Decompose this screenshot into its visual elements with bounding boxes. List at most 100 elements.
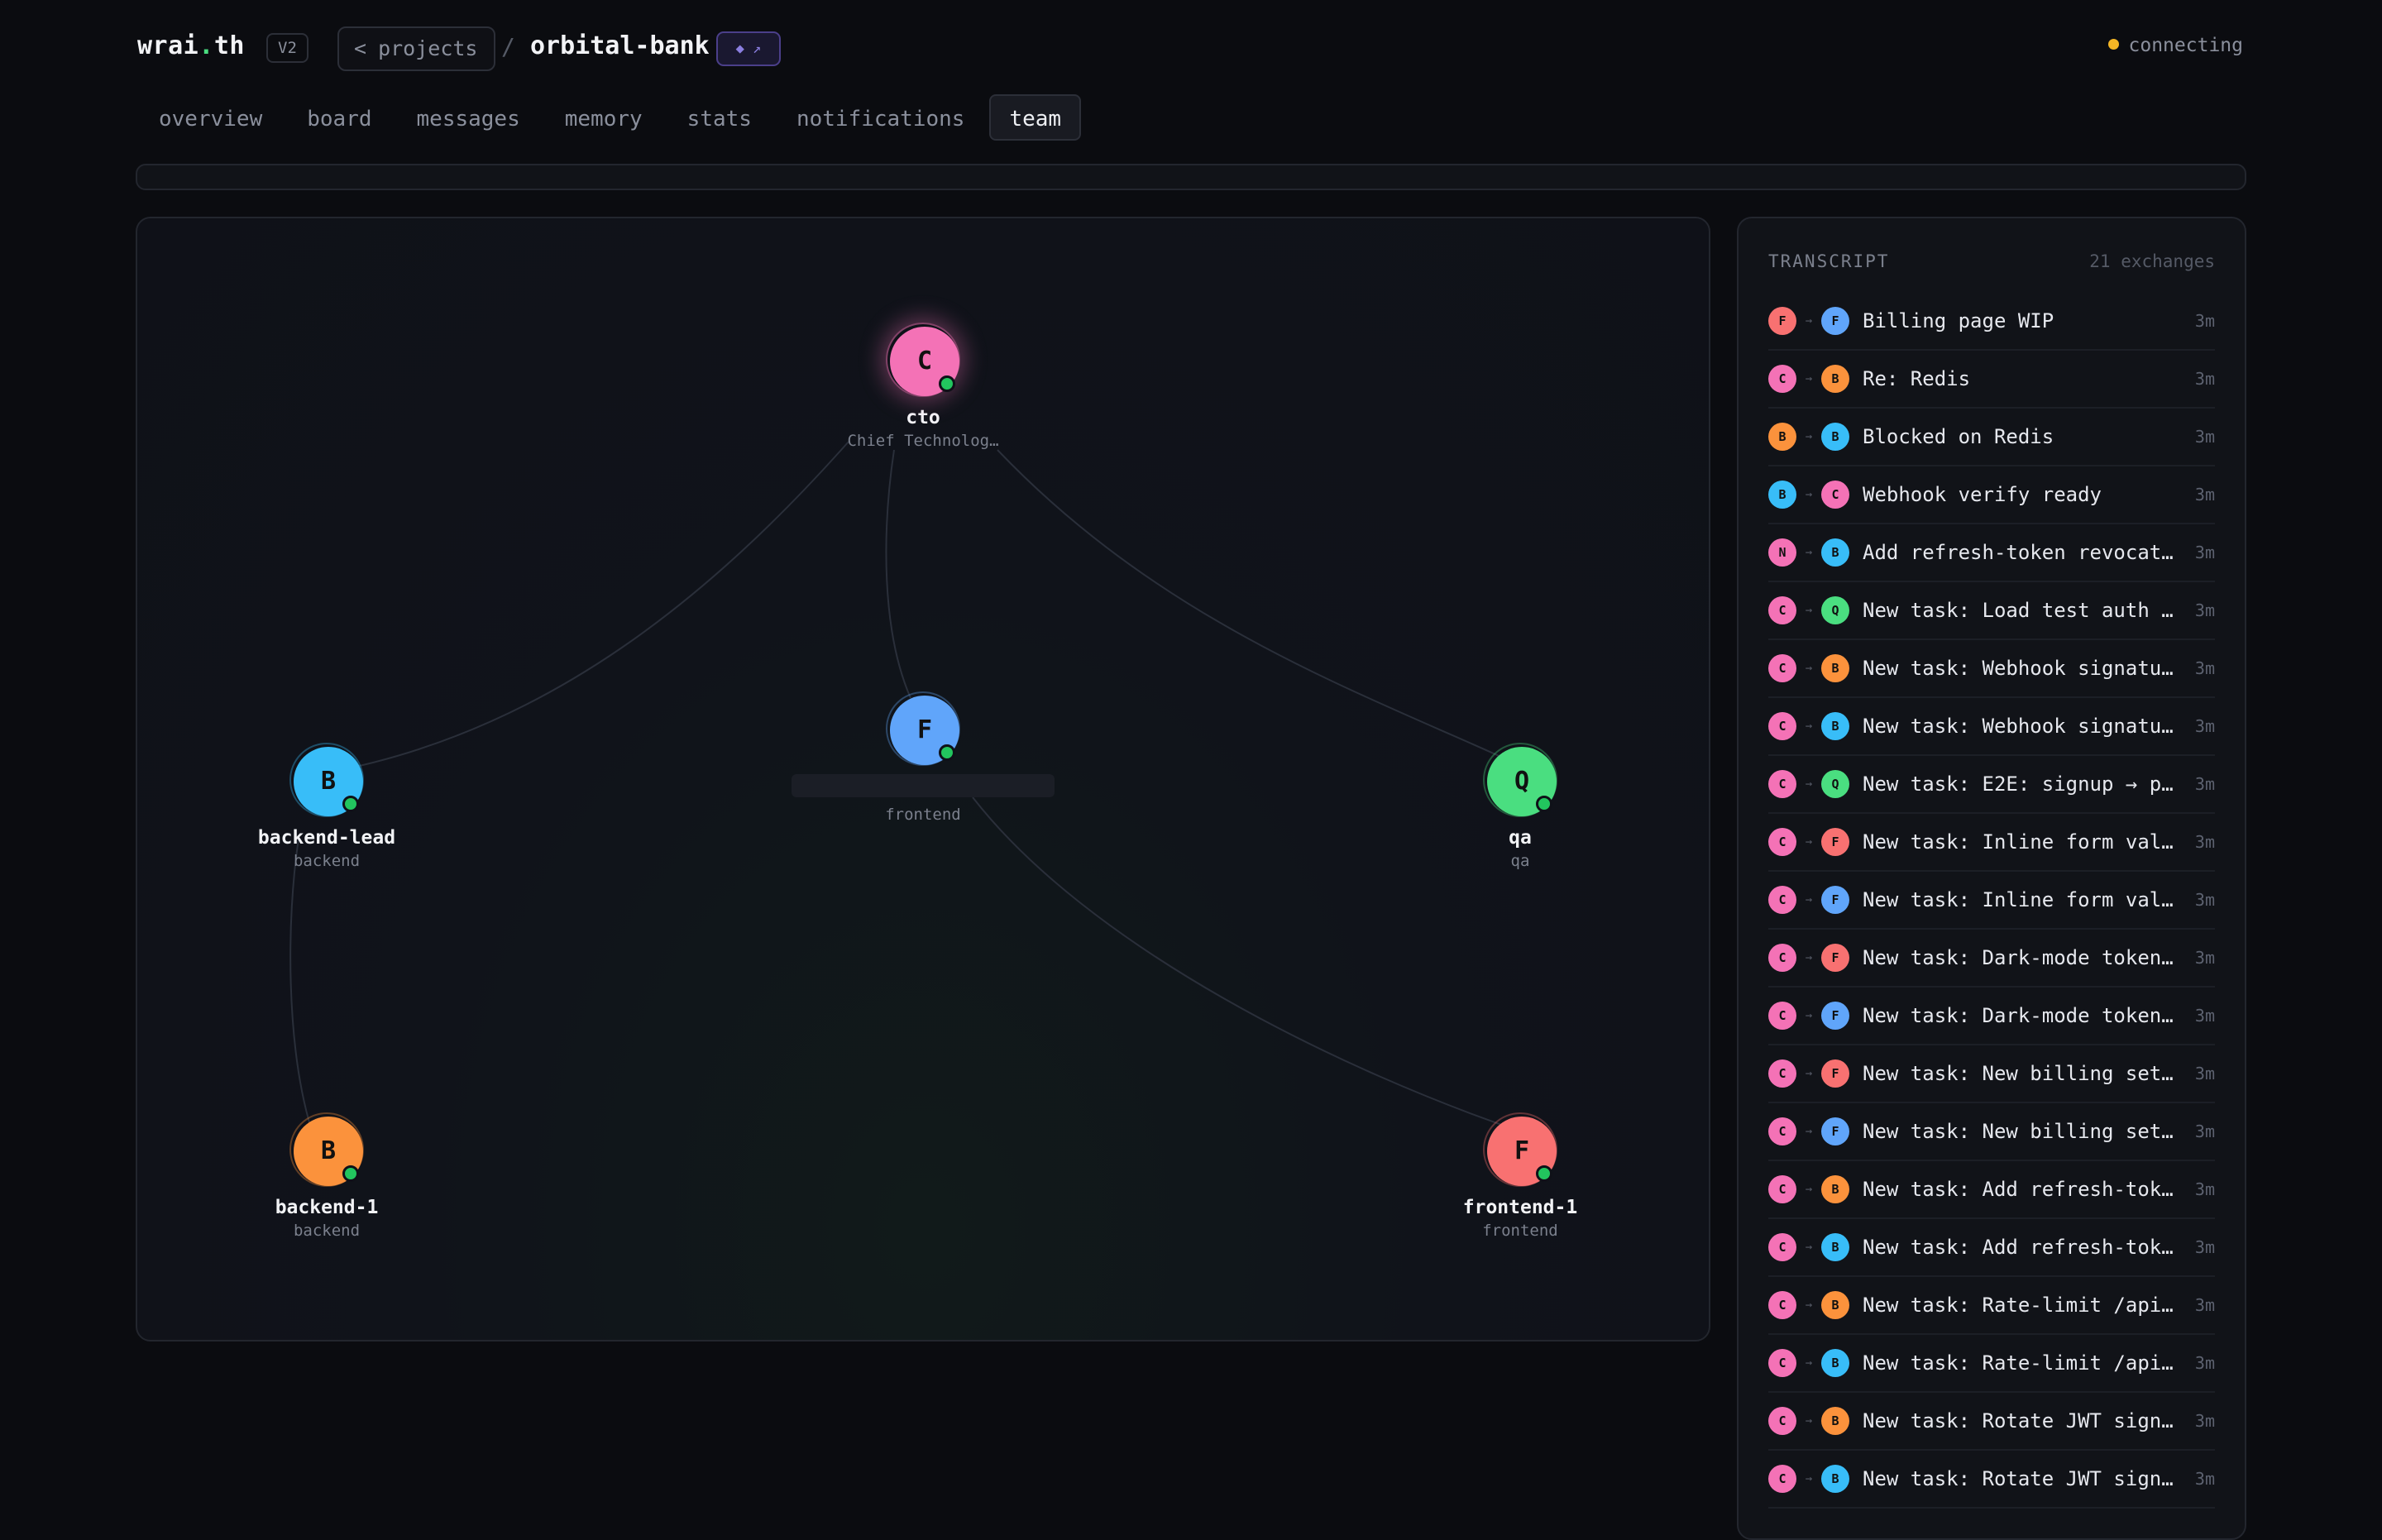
edge-cto-qa: [997, 449, 1536, 773]
transcript-row[interactable]: C → F New task: Dark-mode token … 3m: [1768, 988, 2215, 1045]
recipient-avatar: B: [1821, 365, 1849, 393]
sender-avatar: B: [1768, 423, 1796, 451]
transcript-row[interactable]: B → B Blocked on Redis 3m: [1768, 409, 2215, 466]
message-time: 3m: [2194, 311, 2215, 331]
arrow-right-icon: →: [1805, 662, 1813, 675]
sender-avatar: C: [1768, 770, 1796, 798]
arrow-right-icon: →: [1805, 835, 1813, 849]
brand-dot: .: [198, 31, 214, 60]
transcript-row[interactable]: C → F New task: Inline form vali… 3m: [1768, 872, 2215, 930]
transcript-row[interactable]: C → B New task: Rotate JWT signi… 3m: [1768, 1451, 2215, 1509]
message-time: 3m: [2194, 948, 2215, 968]
sender-avatar: C: [1768, 886, 1796, 914]
arrow-right-icon: →: [1805, 893, 1813, 906]
tab-board[interactable]: board: [287, 94, 391, 141]
transcript-row[interactable]: C → B New task: Rate-limit /api/… 3m: [1768, 1335, 2215, 1393]
transcript-row[interactable]: F → F Billing page WIP 3m: [1768, 293, 2215, 351]
brand-logo[interactable]: wrai.th: [137, 31, 245, 60]
nav-tabs: overview board messages memory stats not…: [139, 94, 1086, 141]
project-name: orbital-bank: [530, 31, 710, 60]
sender-avatar: C: [1768, 1349, 1796, 1377]
message-time: 3m: [2194, 485, 2215, 505]
transcript-row[interactable]: C → F New task: New billing sett… 3m: [1768, 1045, 2215, 1103]
agent-name: backend-1: [275, 1197, 379, 1218]
transcript-row[interactable]: C → F New task: Dark-mode token … 3m: [1768, 930, 2215, 988]
transcript-row[interactable]: C → B New task: Webhook signatur… 3m: [1768, 698, 2215, 756]
transcript-row[interactable]: C → Q New task: Load test auth e… 3m: [1768, 582, 2215, 640]
recipient-avatar: B: [1821, 423, 1849, 451]
message-time: 3m: [2194, 600, 2215, 620]
recipient-avatar: F: [1821, 886, 1849, 914]
message-time: 3m: [2194, 890, 2215, 910]
arrow-right-icon: →: [1805, 777, 1813, 791]
recipient-avatar: B: [1821, 1233, 1849, 1261]
message-subject: New task: Load test auth e…: [1863, 599, 2185, 622]
recipient-avatar: F: [1821, 307, 1849, 335]
transcript-panel[interactable]: TRANSCRIPT 21 exchanges F → F Billing page …: [1737, 217, 2246, 1540]
sender-avatar: C: [1768, 712, 1796, 740]
message-subject: New task: Inline form vali…: [1863, 888, 2185, 911]
recipient-avatar: C: [1821, 481, 1849, 509]
status-dot-icon: [2107, 39, 2119, 50]
message-subject: New task: Rate-limit /api/…: [1863, 1294, 2185, 1317]
arrow-right-icon: →: [1805, 1356, 1813, 1370]
transcript-row[interactable]: B → C Webhook verify ready 3m: [1768, 466, 2215, 524]
message-time: 3m: [2194, 1064, 2215, 1083]
message-time: 3m: [2194, 1295, 2215, 1315]
agent-node-frontend-lead[interactable]: F frontend: [792, 691, 1055, 824]
message-subject: New task: Webhook signatur…: [1863, 715, 2185, 738]
tab-memory[interactable]: memory: [545, 94, 662, 141]
arrow-right-icon: →: [1805, 1009, 1813, 1022]
online-indicator-icon: [939, 375, 955, 392]
sender-avatar: C: [1768, 365, 1796, 393]
arrow-right-icon: →: [1805, 720, 1813, 733]
transcript-row[interactable]: N → B Add refresh-token revocati… 3m: [1768, 524, 2215, 582]
transcript-row[interactable]: C → F New task: Inline form vali… 3m: [1768, 814, 2215, 872]
message-subject: New task: Dark-mode token …: [1863, 1004, 2185, 1027]
message-time: 3m: [2194, 369, 2215, 389]
arrow-right-icon: →: [1805, 488, 1813, 501]
online-indicator-icon: [1536, 796, 1552, 812]
agent-role: backend: [293, 1222, 361, 1240]
transcript-row[interactable]: C → B New task: Add refresh-toke… 3m: [1768, 1161, 2215, 1219]
tab-notifications[interactable]: notifications: [777, 94, 985, 141]
transcript-row[interactable]: C → B New task: Webhook signatur… 3m: [1768, 640, 2215, 698]
agent-node-backend-1[interactable]: B backend-1 backend: [227, 1112, 426, 1240]
tab-messages[interactable]: messages: [397, 94, 540, 141]
sender-avatar: C: [1768, 944, 1796, 972]
agent-role: backend: [293, 852, 361, 870]
transcript-row[interactable]: C → B New task: Rotate JWT signi… 3m: [1768, 1393, 2215, 1451]
message-time: 3m: [2194, 427, 2215, 447]
tab-team[interactable]: team: [989, 94, 1082, 141]
message-subject: Blocked on Redis: [1863, 425, 2054, 448]
agent-role: frontend: [1482, 1222, 1558, 1240]
message-subject: New task: New billing sett…: [1863, 1120, 2185, 1143]
agent-node-qa[interactable]: Q qa qa: [1421, 743, 1619, 870]
message-subject: New task: Rotate JWT signi…: [1863, 1467, 2185, 1490]
transcript-count: 21 exchanges: [2089, 251, 2215, 271]
transcript-row[interactable]: C → Q New task: E2E: signup → pa… 3m: [1768, 756, 2215, 814]
message-time: 3m: [2194, 1006, 2215, 1026]
agent-node-cto[interactable]: C cto Chief Technolog…: [824, 323, 1022, 450]
sender-avatar: C: [1768, 1407, 1796, 1435]
arrow-right-icon: →: [1805, 604, 1813, 617]
message-time: 3m: [2194, 1411, 2215, 1431]
agent-node-frontend-1[interactable]: F frontend-1 frontend: [1421, 1112, 1619, 1240]
status-text: connecting: [2128, 35, 2243, 56]
transcript-row[interactable]: C → F New task: New billing sett… 3m: [1768, 1103, 2215, 1161]
sender-avatar: N: [1768, 538, 1796, 567]
message-time: 3m: [2194, 658, 2215, 678]
agent-node-backend-lead[interactable]: B backend-lead backend: [227, 743, 426, 870]
tab-stats[interactable]: stats: [667, 94, 772, 141]
back-to-projects-button[interactable]: < projects: [337, 26, 496, 71]
tab-overview[interactable]: overview: [139, 94, 282, 141]
sender-avatar: C: [1768, 1175, 1796, 1203]
recipient-avatar: F: [1821, 1059, 1849, 1088]
agent-avatar-ring: B: [289, 1112, 364, 1187]
sender-avatar: B: [1768, 481, 1796, 509]
project-link-badge[interactable]: ◆ ↗: [716, 31, 781, 66]
transcript-row[interactable]: C → B New task: Add refresh-toke… 3m: [1768, 1219, 2215, 1277]
transcript-row[interactable]: C → B Re: Redis 3m: [1768, 351, 2215, 409]
sender-avatar: C: [1768, 828, 1796, 856]
transcript-row[interactable]: C → B New task: Rate-limit /api/… 3m: [1768, 1277, 2215, 1335]
